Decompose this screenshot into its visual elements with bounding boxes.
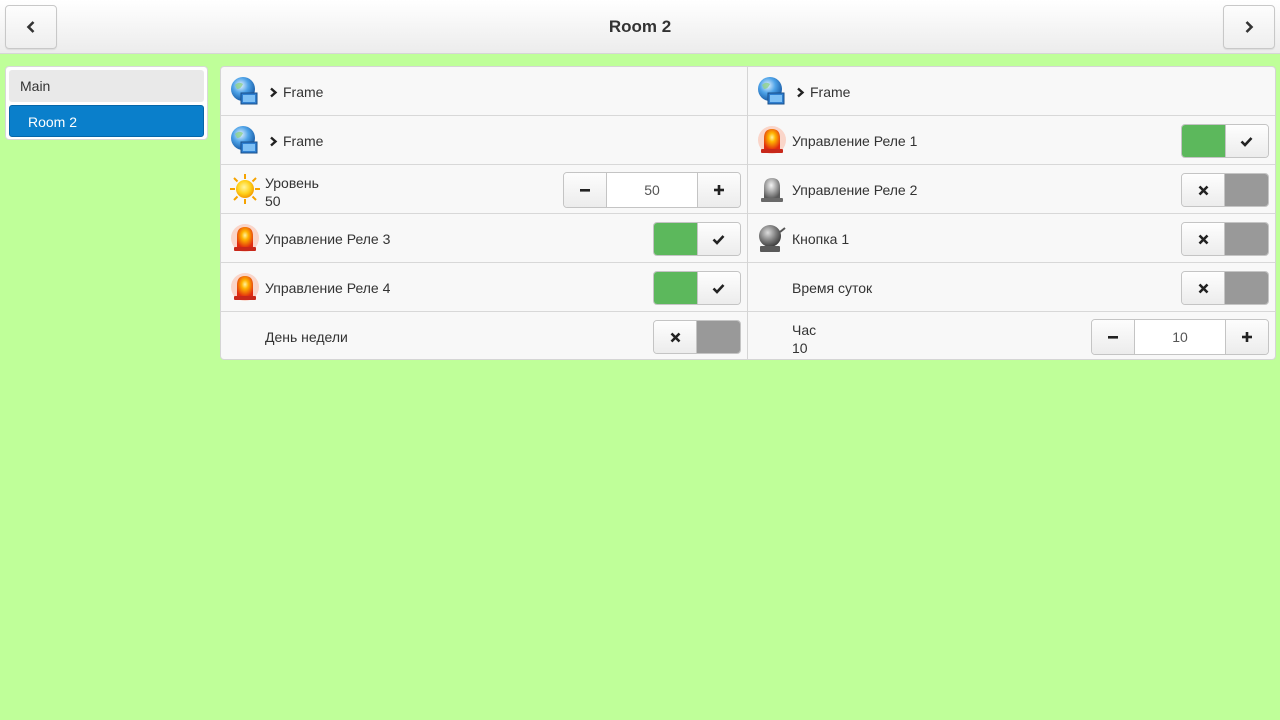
minus-icon — [580, 189, 590, 192]
page-title: Room 2 — [608, 17, 672, 36]
hour-stepper-input[interactable]: 10 — [1135, 320, 1225, 354]
frame-link-1[interactable]: Frame — [221, 67, 747, 116]
plus-icon — [1242, 332, 1252, 342]
weekday-widget: День недели — [221, 312, 747, 359]
sidebar-nav: Main Room 2 — [5, 66, 208, 140]
level-value: 50 — [265, 193, 281, 209]
relay-1-toggle[interactable] — [1181, 124, 1269, 158]
level-stepper[interactable]: 50 — [563, 172, 741, 208]
alarm-light-on-icon — [231, 224, 259, 252]
sun-icon — [230, 174, 260, 204]
bell-icon — [759, 225, 786, 252]
level-widget: Уровень 50 50 — [221, 165, 747, 214]
relay-1-widget: Управление Реле 1 — [748, 116, 1275, 165]
chevron-right-icon — [270, 87, 278, 97]
button-1-toggle[interactable] — [1181, 222, 1269, 256]
alarm-light-off-icon — [761, 178, 783, 202]
relay-4-label: Управление Реле 4 — [265, 280, 391, 296]
check-icon — [1241, 136, 1253, 147]
level-decrement-button[interactable] — [564, 173, 607, 207]
frame-label: Frame — [283, 133, 324, 149]
frame-label: Frame — [283, 84, 324, 100]
daytime-label: Время суток — [792, 280, 873, 296]
next-page-button[interactable] — [1223, 5, 1275, 49]
hour-value: 10 — [792, 340, 808, 356]
plus-icon — [714, 185, 724, 195]
alarm-light-on-icon — [758, 126, 786, 154]
widget-column-left: Frame Frame Уровень 50 50 Управление Рел… — [221, 67, 748, 359]
header-bar: Room 2 — [0, 0, 1280, 54]
widget-column-right: Frame Управление Реле 1 Управление Реле … — [748, 67, 1275, 359]
cross-icon — [1198, 234, 1208, 244]
sidebar-item-room-2[interactable]: Room 2 — [9, 105, 204, 137]
sidebar-item-main[interactable]: Main — [9, 70, 204, 102]
relay-4-toggle[interactable] — [653, 271, 741, 305]
hour-increment-button[interactable] — [1225, 320, 1268, 354]
frame-link-3[interactable]: Frame — [748, 67, 1275, 116]
cross-icon — [1198, 185, 1208, 195]
chevron-right-icon — [797, 87, 805, 97]
globe-network-icon — [758, 77, 785, 105]
alarm-light-on-icon — [231, 273, 259, 301]
relay-2-toggle[interactable] — [1181, 173, 1269, 207]
globe-network-icon — [231, 126, 258, 154]
hour-widget: Час 10 10 — [748, 312, 1275, 359]
relay-3-widget: Управление Реле 3 — [221, 214, 747, 263]
relay-1-label: Управление Реле 1 — [792, 133, 918, 149]
cross-icon — [670, 332, 680, 342]
level-increment-button[interactable] — [697, 173, 740, 207]
check-icon — [713, 283, 725, 294]
daytime-widget: Время суток — [748, 263, 1275, 312]
minus-icon — [1108, 336, 1118, 339]
hour-decrement-button[interactable] — [1092, 320, 1135, 354]
relay-2-widget: Управление Реле 2 — [748, 165, 1275, 214]
weekday-toggle[interactable] — [653, 320, 741, 354]
widget-grid: Frame Frame Уровень 50 50 Управление Рел… — [220, 66, 1276, 360]
hour-stepper[interactable]: 10 — [1091, 319, 1269, 355]
globe-network-icon — [231, 77, 258, 105]
frame-label: Frame — [810, 84, 851, 100]
chevron-right-icon — [270, 136, 278, 146]
hour-label: Час — [792, 322, 817, 338]
weekday-label: День недели — [265, 329, 348, 345]
button-1-label: Кнопка 1 — [792, 231, 850, 247]
relay-3-label: Управление Реле 3 — [265, 231, 391, 247]
daytime-toggle[interactable] — [1181, 271, 1269, 305]
chevron-right-icon — [1245, 21, 1254, 33]
frame-link-2[interactable]: Frame — [221, 116, 747, 165]
button-1-widget: Кнопка 1 — [748, 214, 1275, 263]
cross-icon — [1198, 283, 1208, 293]
level-stepper-input[interactable]: 50 — [607, 173, 697, 207]
relay-3-toggle[interactable] — [653, 222, 741, 256]
level-label: Уровень — [265, 175, 319, 191]
relay-2-label: Управление Реле 2 — [792, 182, 918, 198]
relay-4-widget: Управление Реле 4 — [221, 263, 747, 312]
check-icon — [713, 234, 725, 245]
